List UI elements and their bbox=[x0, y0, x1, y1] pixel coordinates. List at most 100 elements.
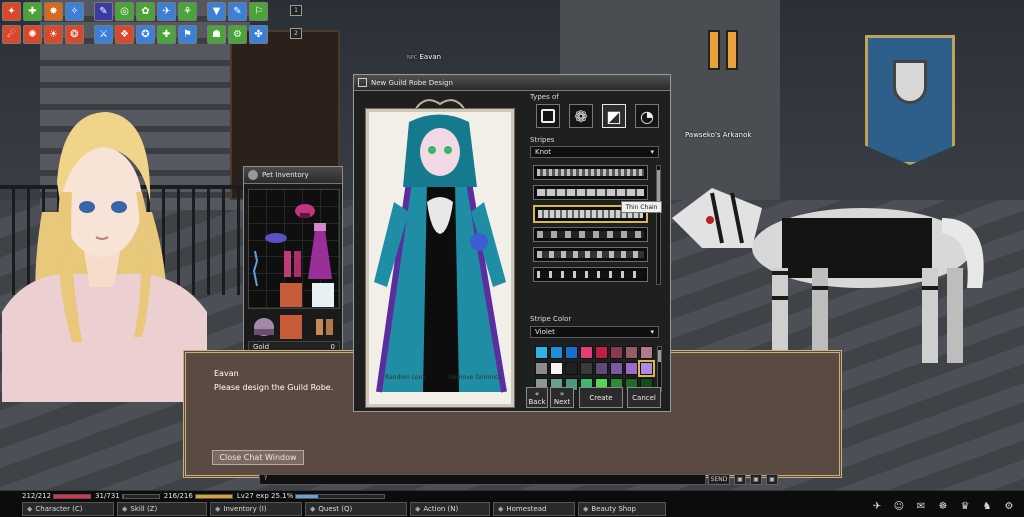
color-scroll-thumb[interactable] bbox=[658, 350, 661, 362]
wool-item-icon[interactable] bbox=[312, 283, 334, 307]
hotbar-slot[interactable]: ✪ bbox=[136, 25, 155, 44]
hat-item-icon[interactable] bbox=[294, 201, 316, 219]
menu-beauty-shop-button[interactable]: ◆ Beauty Shop bbox=[578, 502, 666, 516]
color-swatch[interactable] bbox=[535, 362, 548, 375]
helmet-item-icon[interactable] bbox=[252, 315, 276, 337]
menu-inventory-i-button[interactable]: ◆ Inventory (I) bbox=[210, 502, 302, 516]
color-swatch[interactable] bbox=[595, 362, 608, 375]
hotbar-slot[interactable]: ✦ bbox=[2, 2, 21, 21]
cancel-button[interactable]: Cancel bbox=[627, 387, 661, 408]
robe-preview[interactable]: Random Look Remove Gimmick bbox=[365, 108, 515, 408]
chat-send-button[interactable]: SEND bbox=[708, 474, 730, 485]
hotbar-slot[interactable]: ✚ bbox=[157, 25, 176, 44]
chat-input[interactable]: ? bbox=[259, 474, 706, 485]
hotbar-slot[interactable]: ☀ bbox=[44, 25, 63, 44]
chat-option-button[interactable]: ▣ bbox=[766, 474, 778, 485]
guild-robe-design-window[interactable]: New Guild Robe Design Random Look Remove… bbox=[353, 74, 671, 412]
color-swatch[interactable] bbox=[625, 346, 638, 359]
fur-item-icon[interactable] bbox=[280, 315, 302, 339]
menu-quest-q-button[interactable]: ◆ Quest (Q) bbox=[305, 502, 407, 516]
color-swatch[interactable] bbox=[535, 346, 548, 359]
robe-item-icon[interactable] bbox=[306, 221, 334, 281]
pet-inventory-window[interactable]: Pet Inventory Gold 0 bbox=[243, 166, 343, 356]
robe-type-stripe[interactable]: ◩ bbox=[602, 104, 626, 128]
hotbar-slot[interactable]: ⚑ bbox=[178, 25, 197, 44]
color-swatch[interactable] bbox=[610, 362, 623, 375]
hotbar-slot[interactable]: ✤ bbox=[249, 25, 268, 44]
color-swatch[interactable] bbox=[565, 362, 578, 375]
hotbar-page-1[interactable]: 1 bbox=[290, 5, 302, 16]
hotbar-slot[interactable]: ✎ bbox=[94, 2, 113, 21]
stripe-list[interactable] bbox=[530, 163, 661, 305]
inventory-slot[interactable] bbox=[321, 190, 339, 207]
next-button[interactable]: » Next bbox=[550, 387, 574, 408]
stripe-option[interactable] bbox=[533, 247, 648, 262]
stripe-option[interactable] bbox=[533, 165, 648, 180]
create-button[interactable]: Create bbox=[579, 387, 623, 408]
hotbar-slot[interactable]: ✎ bbox=[228, 2, 247, 21]
inventory-slot[interactable] bbox=[249, 291, 267, 308]
color-swatch-selected[interactable] bbox=[638, 360, 655, 377]
color-scrollbar[interactable] bbox=[657, 346, 662, 392]
inventory-slot[interactable] bbox=[267, 190, 285, 207]
wing-icon[interactable]: ✈ bbox=[870, 499, 884, 513]
inventory-slot[interactable] bbox=[267, 206, 285, 224]
back-button[interactable]: « Back bbox=[526, 387, 548, 408]
color-swatch[interactable] bbox=[595, 346, 608, 359]
color-swatch[interactable] bbox=[580, 346, 593, 359]
hotbar-slot[interactable]: ✧ bbox=[65, 2, 84, 21]
friends-icon[interactable]: ☺ bbox=[892, 499, 906, 513]
color-dropdown[interactable]: Violet ▾ bbox=[530, 326, 659, 338]
boots-item-icon[interactable] bbox=[282, 251, 304, 279]
inventory-slot[interactable] bbox=[249, 206, 267, 224]
stripe-scrollbar[interactable] bbox=[656, 165, 661, 285]
hotbar-slot[interactable]: ☄ bbox=[2, 25, 21, 44]
stripe-option[interactable] bbox=[533, 227, 648, 242]
shoes-item-icon[interactable] bbox=[314, 317, 336, 337]
hotbar-slot[interactable]: ✿ bbox=[136, 2, 155, 21]
robe-window-titlebar[interactable]: New Guild Robe Design bbox=[354, 75, 670, 91]
color-swatch-grid[interactable] bbox=[535, 346, 657, 392]
pet-horse[interactable] bbox=[672, 178, 992, 368]
hotbar-slot[interactable]: ✸ bbox=[44, 2, 63, 21]
wand-item-icon[interactable] bbox=[250, 251, 260, 287]
hotbar-slot[interactable]: ▼ bbox=[207, 2, 226, 21]
hotbar-slot[interactable]: ◎ bbox=[115, 2, 134, 21]
hotbar-slot[interactable]: ⚘ bbox=[178, 2, 197, 21]
stripe-dropdown[interactable]: Knot ▾ bbox=[530, 146, 659, 158]
bracelet-item-icon[interactable] bbox=[264, 231, 288, 245]
stripe-option[interactable] bbox=[533, 185, 648, 200]
remove-gimmick-label[interactable]: Remove Gimmick bbox=[449, 374, 502, 381]
inventory-slot[interactable] bbox=[249, 190, 267, 207]
chat-option-button[interactable]: ▣ bbox=[734, 474, 746, 485]
hotbar-slot[interactable]: ☗ bbox=[207, 25, 226, 44]
hotbar-slot[interactable]: ⚙ bbox=[228, 25, 247, 44]
robe-type-pattern[interactable]: ◔ bbox=[635, 104, 659, 128]
options-icon[interactable]: ⚙ bbox=[1002, 499, 1016, 513]
close-chat-window-button[interactable]: Close Chat Window bbox=[212, 450, 304, 465]
color-swatch[interactable] bbox=[550, 362, 563, 375]
random-look-label[interactable]: Random Look bbox=[385, 374, 426, 381]
chat-bubble-icon[interactable]: ✉ bbox=[914, 499, 928, 513]
hotbar-slot[interactable]: ⚐ bbox=[249, 2, 268, 21]
menu-action-n-button[interactable]: ◆ Action (N) bbox=[410, 502, 490, 516]
color-swatch[interactable] bbox=[550, 346, 563, 359]
guild-icon[interactable]: ♛ bbox=[958, 499, 972, 513]
hotbar-slot[interactable]: ✈ bbox=[157, 2, 176, 21]
hotbar-slot[interactable]: ⚔ bbox=[94, 25, 113, 44]
robe-type-plain[interactable] bbox=[536, 104, 560, 128]
party-icon[interactable]: ☸ bbox=[936, 499, 950, 513]
menu-skill-z-button[interactable]: ◆ Skill (Z) bbox=[117, 502, 207, 516]
robe-type-emblem[interactable]: ❁ bbox=[569, 104, 593, 128]
hotbar-page-2[interactable]: 2 bbox=[290, 28, 302, 39]
color-swatch[interactable] bbox=[625, 362, 638, 375]
hotbar-slot[interactable]: ✺ bbox=[23, 25, 42, 44]
chat-option-button[interactable]: ▣ bbox=[750, 474, 762, 485]
pet-icon[interactable]: ♞ bbox=[980, 499, 994, 513]
fur-item-icon[interactable] bbox=[280, 283, 302, 307]
hotbar-slot[interactable]: ❂ bbox=[65, 25, 84, 44]
color-swatch[interactable] bbox=[565, 346, 578, 359]
color-swatch[interactable] bbox=[640, 346, 653, 359]
pet-inventory-titlebar[interactable]: Pet Inventory bbox=[244, 167, 342, 184]
stripe-option[interactable] bbox=[533, 267, 648, 282]
